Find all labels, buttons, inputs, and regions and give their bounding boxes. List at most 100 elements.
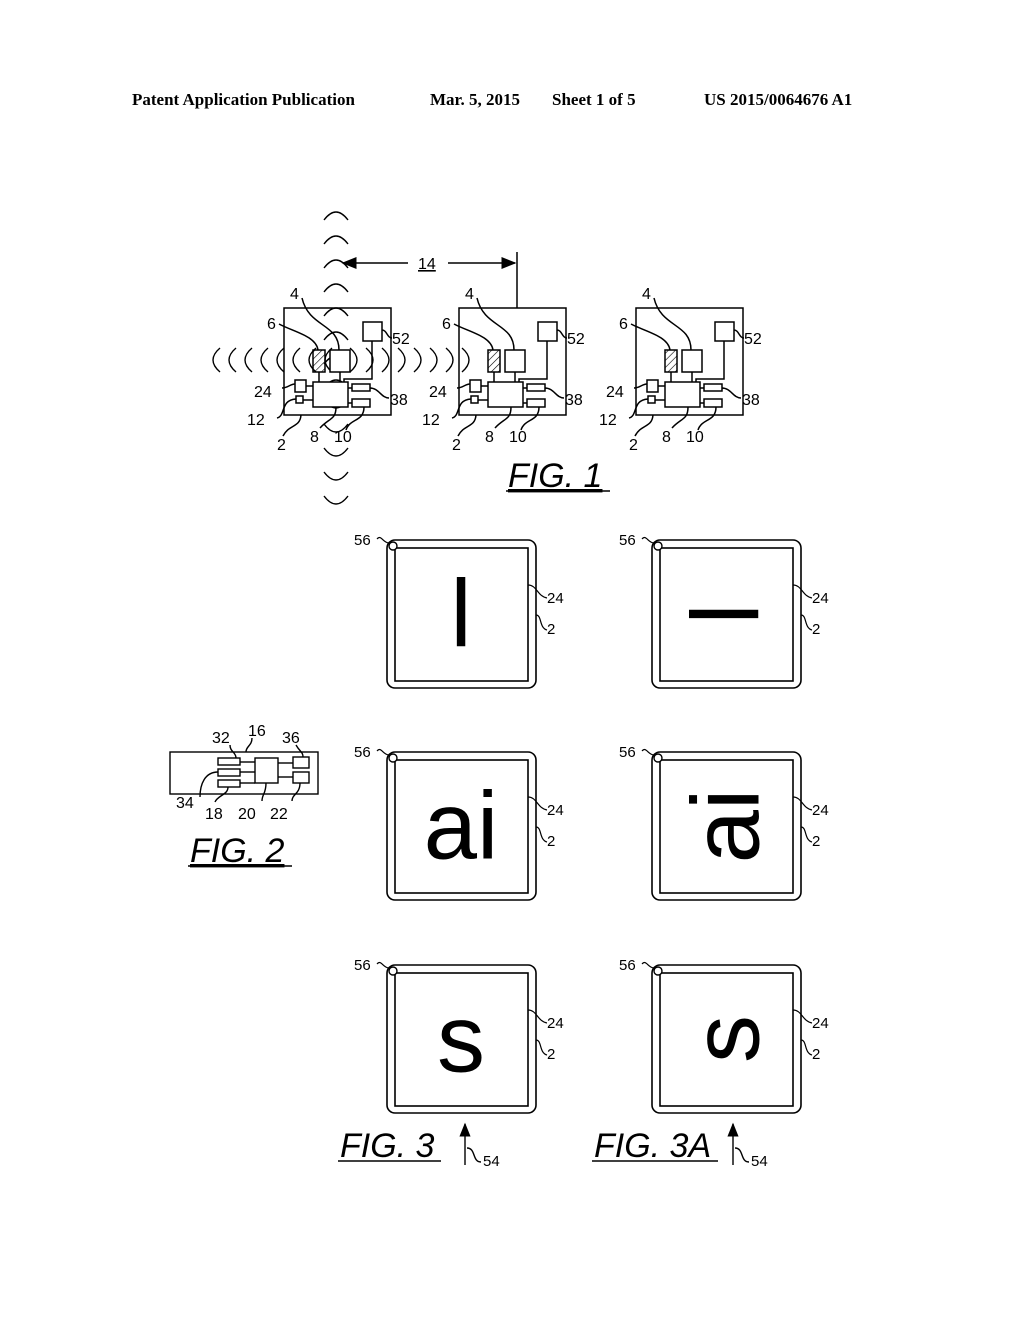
label-10: 10 xyxy=(509,429,527,446)
label-device: 2 xyxy=(277,437,286,454)
antenna xyxy=(681,349,703,373)
wave-arc xyxy=(228,347,237,373)
label-24: 24 xyxy=(547,802,564,819)
label-10: 10 xyxy=(334,429,352,446)
fig2-label-34: 34 xyxy=(176,795,194,812)
orientation-marker xyxy=(388,966,398,976)
patent-drawing: 14 465224 38122 8 10465224 38122 8 10465224 381… xyxy=(169,211,829,1170)
label-24: 24 xyxy=(547,590,564,607)
label-2: 2 xyxy=(547,621,555,638)
label-device: 2 xyxy=(629,437,638,454)
wave-arc xyxy=(461,347,470,373)
fig2-label-18: 18 xyxy=(205,806,223,823)
wave-arc xyxy=(292,347,301,373)
fig2 xyxy=(169,737,319,803)
display-panel-2: 56 24 2 l xyxy=(619,532,829,689)
fig1: 14 465224 38122 8 10465224 38122 8 10465224 381… xyxy=(212,211,762,505)
fig2-label-32: 32 xyxy=(212,730,230,747)
label-12: 12 xyxy=(247,412,265,429)
wave-arc xyxy=(381,347,390,373)
wave-arc xyxy=(445,347,454,373)
label-56: 56 xyxy=(354,532,371,549)
display-glyph: ai xyxy=(673,789,780,864)
label-antenna: 4 xyxy=(642,286,651,303)
label-2: 2 xyxy=(547,1046,555,1063)
label-module: 52 xyxy=(744,331,762,348)
wave-arc xyxy=(244,347,253,373)
label-38: 38 xyxy=(390,392,408,409)
orientation-marker xyxy=(653,753,663,763)
label-12: 12 xyxy=(599,412,617,429)
wave-arc xyxy=(323,283,349,293)
wave-arc xyxy=(323,471,349,481)
module-52 xyxy=(362,321,383,342)
orientation-marker xyxy=(653,966,663,976)
label-24: 24 xyxy=(812,590,829,607)
display-panel-4: 56 24 2 ai xyxy=(619,744,829,901)
label-2: 2 xyxy=(547,833,555,850)
fig3a-arrow-label: 54 xyxy=(751,1153,768,1170)
label-56: 56 xyxy=(354,744,371,761)
wave-arc xyxy=(397,347,406,373)
label-24: 24 xyxy=(547,1015,564,1032)
display-panel-3: 56 24 2 ai xyxy=(354,744,564,901)
display-glyph: ai xyxy=(424,773,499,880)
label-processor: 8 xyxy=(485,429,494,446)
wave-arc xyxy=(323,495,349,505)
sensor xyxy=(312,349,326,373)
label-56: 56 xyxy=(619,532,636,549)
label-sensor: 6 xyxy=(267,316,276,333)
label-processor: 8 xyxy=(662,429,671,446)
fig3-caption: FIG. 3 xyxy=(340,1127,435,1165)
display-glyph: s xyxy=(437,986,485,1093)
label-38: 38 xyxy=(565,392,583,409)
display-panel-5: 56 24 2 s xyxy=(354,957,564,1114)
fig3-arrow-label: 54 xyxy=(483,1153,500,1170)
fig2-caption: FIG. 2 xyxy=(190,832,285,870)
device-1 xyxy=(276,297,393,437)
device-3 xyxy=(628,297,745,437)
label-12: 12 xyxy=(422,412,440,429)
wave-arc xyxy=(429,347,438,373)
fig2-label-20: 20 xyxy=(238,806,256,823)
label-processor: 8 xyxy=(310,429,319,446)
label-antenna: 4 xyxy=(290,286,299,303)
antenna xyxy=(329,349,351,373)
display-panel-1: 56 24 2 l xyxy=(354,532,564,689)
sensor xyxy=(487,349,501,373)
processor xyxy=(487,381,524,408)
label-24: 24 xyxy=(812,802,829,819)
antenna xyxy=(504,349,526,373)
label-module: 52 xyxy=(567,331,585,348)
wave-arc xyxy=(323,211,349,221)
label-56: 56 xyxy=(619,744,636,761)
wave-arc xyxy=(260,347,269,373)
processor xyxy=(312,381,349,408)
module-52 xyxy=(714,321,735,342)
label-sensor: 6 xyxy=(619,316,628,333)
label-antenna: 4 xyxy=(465,286,474,303)
label-device: 2 xyxy=(452,437,461,454)
wave-arc xyxy=(323,447,349,457)
distance-label: 14 xyxy=(418,256,436,273)
label-24: 24 xyxy=(429,384,447,401)
fig2-label-36: 36 xyxy=(282,730,300,747)
display-glyph: l xyxy=(673,603,780,624)
device-2 xyxy=(451,297,568,437)
module-52 xyxy=(537,321,558,342)
label-2: 2 xyxy=(812,833,820,850)
display-glyph: s xyxy=(673,1015,780,1063)
wave-arc xyxy=(276,347,285,373)
label-24: 24 xyxy=(254,384,272,401)
wave-arc xyxy=(349,347,358,373)
label-module: 52 xyxy=(392,331,410,348)
label-2: 2 xyxy=(812,621,820,638)
label-24: 24 xyxy=(812,1015,829,1032)
wave-arc xyxy=(323,235,349,245)
wave-arc xyxy=(413,347,422,373)
label-2: 2 xyxy=(812,1046,820,1063)
processor xyxy=(664,381,701,408)
label-sensor: 6 xyxy=(442,316,451,333)
fig2-label-16: 16 xyxy=(248,723,266,740)
label-10: 10 xyxy=(686,429,704,446)
